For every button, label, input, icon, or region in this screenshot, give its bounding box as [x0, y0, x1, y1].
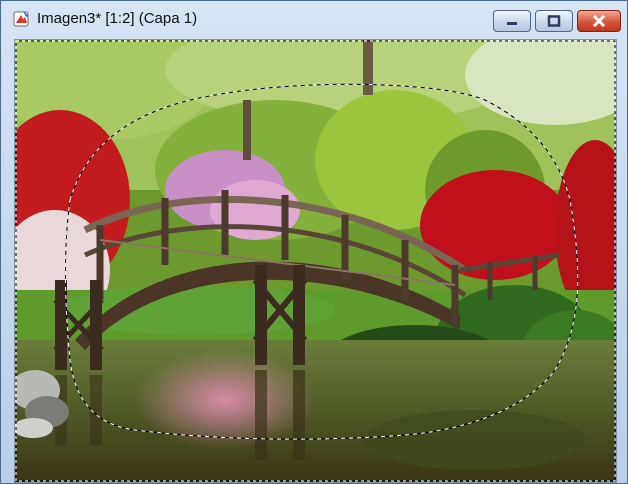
title-bar[interactable]: Imagen3* [1:2] (Capa 1): [1, 1, 627, 37]
window-title: Imagen3* [1:2] (Capa 1): [37, 10, 198, 27]
image-canvas[interactable]: [14, 39, 617, 483]
minimize-button[interactable]: [493, 10, 531, 32]
close-icon: [592, 15, 606, 27]
maximize-icon: [547, 15, 561, 27]
paint-palette-icon[interactable]: [13, 10, 31, 28]
maximize-button[interactable]: [535, 10, 573, 32]
close-button[interactable]: [577, 10, 621, 32]
photo-canvas[interactable]: [15, 40, 616, 482]
minimize-icon: [505, 16, 519, 26]
image-window: Imagen3* [1:2] (Capa 1): [0, 0, 628, 484]
